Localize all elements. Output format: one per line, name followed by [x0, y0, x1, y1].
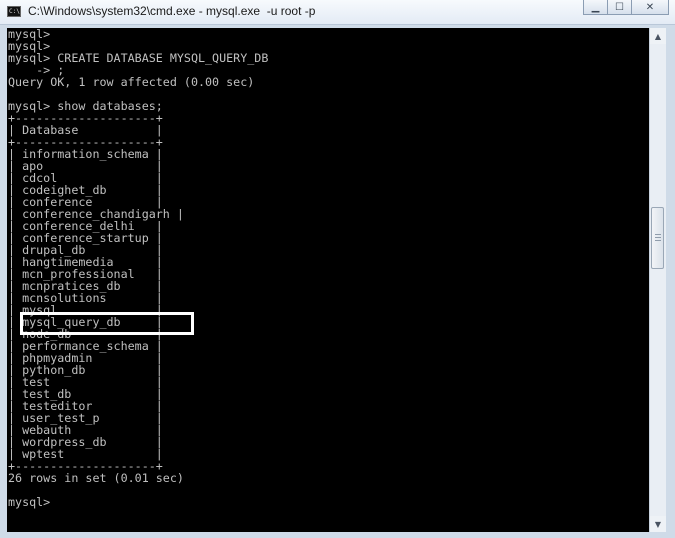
maximize-icon: ☐	[615, 1, 624, 13]
console-line: mysql>	[8, 495, 51, 509]
console-output: mysql> mysql> mysql> CREATE DATABASE MYS…	[8, 28, 268, 508]
vertical-scrollbar[interactable]: ▲ ▼	[649, 28, 666, 532]
highlight-box	[20, 312, 194, 335]
console-line: Query OK, 1 row affected (0.00 sec)	[8, 75, 255, 89]
console-line: 26 rows in set (0.01 sec)	[8, 471, 184, 485]
scroll-down-button[interactable]: ▼	[650, 516, 666, 532]
maximize-button[interactable]: ☐	[607, 0, 632, 15]
cmd-window: C:\ C:\Windows\system32\cmd.exe - mysql.…	[0, 0, 675, 538]
grip-line	[655, 237, 661, 238]
grip-line	[655, 234, 661, 235]
title-bar[interactable]: C:\ C:\Windows\system32\cmd.exe - mysql.…	[0, 0, 675, 25]
scroll-up-button[interactable]: ▲	[650, 28, 666, 44]
down-arrow-icon: ▼	[654, 519, 662, 529]
minimize-button[interactable]: ▁	[583, 0, 608, 15]
close-icon: ✕	[645, 1, 655, 13]
window-controls: ▁ ☐ ✕	[583, 0, 669, 16]
close-button[interactable]: ✕	[631, 0, 669, 15]
minimize-icon: ▁	[591, 1, 600, 13]
up-arrow-icon: ▲	[654, 31, 662, 41]
window-title: C:\Windows\system32\cmd.exe - mysql.exe …	[28, 4, 316, 18]
cmd-app-icon[interactable]: C:\	[7, 6, 21, 17]
scroll-thumb[interactable]	[651, 207, 664, 269]
grip-line	[655, 240, 661, 241]
console-area[interactable]: mysql> mysql> mysql> CREATE DATABASE MYS…	[7, 28, 649, 532]
